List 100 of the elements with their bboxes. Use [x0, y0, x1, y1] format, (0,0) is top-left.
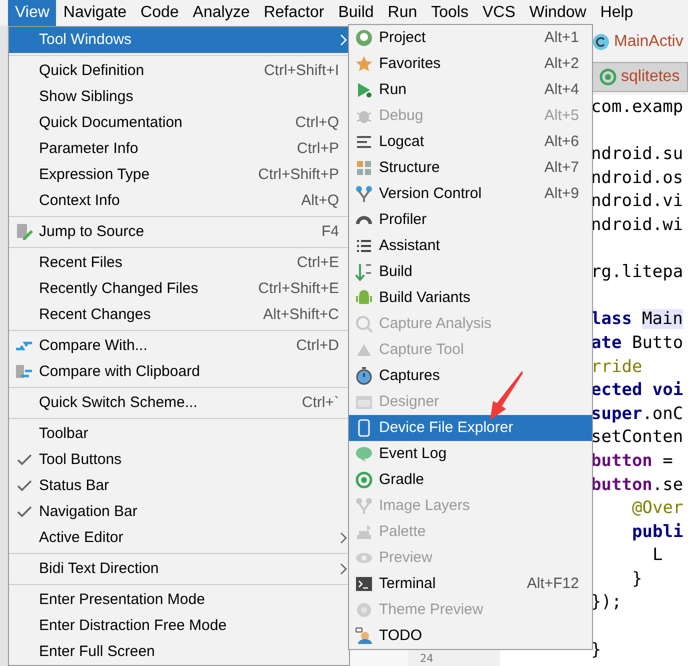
menu-item[interactable]: Navigation Bar — [9, 499, 349, 525]
shortcut-label: Ctrl+P — [296, 138, 340, 159]
menu-bar-item[interactable]: Code — [134, 0, 186, 26]
menu-item[interactable]: Version Control Alt+9 — [349, 181, 592, 207]
code-line: lass Main — [591, 308, 683, 332]
shortcut-label: Ctrl+D — [296, 336, 340, 356]
code-line: rg.litepa — [591, 261, 684, 284]
check-icon — [16, 480, 32, 492]
circle-icon — [355, 601, 373, 619]
code-line: rride — [591, 356, 642, 379]
ring-icon — [599, 68, 617, 86]
list-icon — [355, 237, 373, 255]
menu-item[interactable]: Build — [349, 259, 592, 285]
shortcut-label: Alt+4 — [544, 80, 580, 100]
ring-icon — [355, 471, 373, 489]
shortcut-label: Alt+7 — [544, 158, 580, 178]
menu-item[interactable]: Structure Alt+7 — [349, 155, 592, 181]
shortcut-label: Ctrl+` — [302, 392, 340, 413]
menu-item[interactable]: Logcat Alt+6 — [349, 129, 592, 155]
menu-bar-item[interactable]: Run — [380, 0, 424, 26]
shortcut-label: Ctrl+Shift+I — [264, 60, 340, 81]
menu-bar-item[interactable]: Help — [593, 0, 640, 26]
shortcut-label: Alt+F12 — [526, 574, 580, 594]
code-line: setConten — [591, 426, 684, 450]
menu-item[interactable]: Quick Definition Ctrl+Shift+I — [9, 58, 349, 84]
code-line: ate Butto — [591, 332, 684, 355]
code-line: publi — [632, 520, 684, 544]
stopwatch-icon — [355, 367, 373, 385]
terminal-icon — [355, 575, 373, 593]
menu-item[interactable]: Device File Explorer — [349, 415, 592, 441]
menu-item[interactable]: Parameter Info Ctrl+P — [9, 136, 349, 162]
down-arrow-icon — [355, 263, 373, 281]
shortcut-label: Alt+9 — [544, 184, 580, 204]
menu-item[interactable]: Gradle — [349, 467, 592, 493]
lines-icon — [355, 133, 373, 151]
phone-icon — [355, 419, 373, 437]
menu-item[interactable]: Profiler — [349, 207, 592, 233]
code-line: } — [591, 638, 602, 662]
menu-item[interactable]: Recent Changes Alt+Shift+C — [9, 302, 349, 328]
code-line: } — [632, 568, 642, 591]
magnifier-icon — [355, 315, 373, 333]
menu-item[interactable]: Enter Presentation Mode — [9, 587, 349, 613]
menu-item[interactable]: Quick Switch Scheme... Ctrl+` — [9, 390, 349, 416]
shortcut-label: Alt+2 — [544, 54, 580, 74]
chevron-right-icon — [340, 563, 347, 575]
menu-item[interactable]: Show Siblings — [9, 84, 349, 110]
code-line: ndroid.wi — [591, 214, 684, 237]
chevron-right-icon — [340, 34, 347, 46]
menu-item[interactable]: Build Variants — [349, 285, 592, 311]
check-icon — [16, 454, 32, 466]
shortcut-label: F4 — [321, 222, 340, 242]
menu-item[interactable]: Captures — [349, 363, 592, 389]
menu-bar-item[interactable]: Tools — [424, 0, 476, 26]
menu-item[interactable]: Jump to Source F4 — [9, 219, 349, 245]
menu-bar-item[interactable]: Window — [522, 0, 594, 26]
menu-item[interactable]: Recent Files Ctrl+E — [9, 250, 349, 276]
code-line: button = — [591, 450, 673, 473]
menu-item[interactable]: Compare With... Ctrl+D — [9, 333, 349, 359]
branch-icon — [355, 185, 373, 203]
menu-bar-item[interactable]: View — [8, 0, 56, 26]
gauge-icon — [356, 216, 372, 224]
menu-item[interactable]: TODO — [349, 623, 592, 649]
menu-item[interactable]: Toolbar — [9, 421, 349, 447]
shortcut-label: Alt+Q — [301, 190, 340, 211]
play-icon — [355, 81, 373, 99]
code-line: ndroid.vi — [591, 190, 684, 214]
menu-item[interactable]: Active Editor — [9, 525, 349, 551]
menu-item[interactable]: Recently Changed Files Ctrl+Shift+E — [9, 276, 349, 302]
shortcut-label: Ctrl+Shift+P — [258, 164, 340, 185]
code-line: @Over — [632, 497, 684, 520]
code-line: ected voi — [591, 379, 684, 402]
menu-item[interactable]: Expression Type Ctrl+Shift+P — [9, 162, 349, 188]
window-icon — [355, 393, 373, 411]
menu-item[interactable]: Enter Distraction Free Mode — [9, 613, 349, 639]
menu-item[interactable]: Status Bar — [9, 473, 349, 499]
menu-bar-item[interactable]: Build — [331, 0, 381, 26]
menu-item[interactable]: Bidi Text Direction — [9, 556, 349, 582]
menu-item[interactable]: Enter Full Screen — [9, 639, 349, 665]
chevron-right-icon — [340, 532, 347, 544]
menu-item[interactable]: Tool Buttons — [9, 447, 349, 473]
shortcut-label: Alt+Shift+C — [263, 304, 340, 325]
menu-item[interactable]: Event Log — [349, 441, 592, 467]
menu-item[interactable]: Assistant — [349, 233, 592, 259]
code-line: ndroid.su — [591, 143, 684, 166]
clipboard-arrows-icon — [15, 363, 33, 381]
document-pencil-icon — [15, 223, 33, 241]
menu-bar-item[interactable]: Navigate — [56, 0, 134, 26]
menu-item[interactable]: Tool Windows — [9, 27, 349, 53]
menu-item[interactable]: Context Info Alt+Q — [9, 188, 349, 214]
menu-item[interactable]: Quick Documentation Ctrl+Q — [9, 110, 349, 136]
menu-item[interactable]: Compare with Clipboard — [9, 359, 349, 385]
menu-bar-item[interactable]: Analyze — [186, 0, 257, 26]
shortcut-label: Alt+6 — [544, 132, 580, 152]
branch-icon — [355, 497, 373, 515]
menu-bar-item[interactable]: Refactor — [256, 0, 332, 26]
speech-bubble-icon — [355, 445, 373, 463]
code-line: super.onC — [591, 402, 684, 426]
menu-bar-item[interactable]: VCS — [475, 0, 522, 26]
stack-icon — [355, 523, 373, 541]
menu-item[interactable]: Terminal Alt+F12 — [349, 571, 592, 597]
